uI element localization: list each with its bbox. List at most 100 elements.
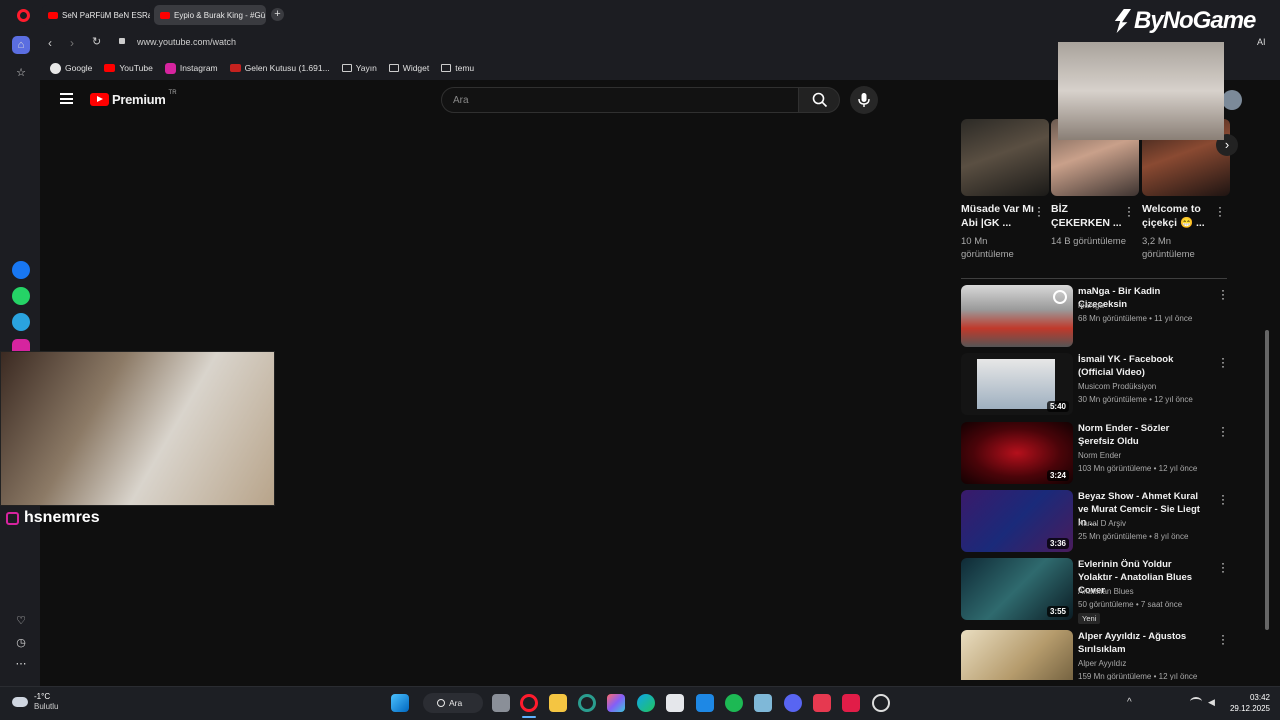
clock-date: 29.12.2025 xyxy=(1229,704,1270,713)
tab-label: Eypio & Burak King - #Gü xyxy=(174,10,266,20)
app-icon[interactable] xyxy=(578,694,596,712)
short-views: 14 B görüntüleme xyxy=(1051,236,1126,247)
heart-icon[interactable]: ♡ xyxy=(12,611,30,629)
taskbar-search-label: Ara xyxy=(449,698,463,708)
google-icon xyxy=(50,62,61,74)
more-options-icon[interactable]: · · · xyxy=(1219,557,1227,577)
opera-logo-icon[interactable] xyxy=(17,9,30,22)
star-icon[interactable]: ☆ xyxy=(12,63,30,81)
video-meta: 30 Mn görüntüleme • 12 yıl önce xyxy=(1078,395,1193,404)
mail-icon[interactable] xyxy=(696,694,714,712)
instagram-icon xyxy=(164,62,176,74)
more-options-icon[interactable]: · · · xyxy=(1219,352,1227,372)
folder-icon xyxy=(388,64,399,72)
more-options-icon[interactable]: · · · xyxy=(1219,489,1227,509)
video-channel[interactable]: Musicom Prodüksiyon xyxy=(1078,382,1156,391)
voice-search-button[interactable] xyxy=(850,86,878,114)
app-icon[interactable] xyxy=(754,694,772,712)
list-item[interactable]: maNga - Bir Kadin Çizeceksin maNga 68 Mn… xyxy=(961,284,1227,351)
more-icon[interactable]: ⋯ xyxy=(12,654,30,672)
video-duration: 3:24 xyxy=(1046,470,1069,481)
volume-icon[interactable]: ◀ xyxy=(1208,697,1215,708)
more-options-icon[interactable]: · · · xyxy=(1219,630,1227,649)
messenger-icon[interactable] xyxy=(12,261,30,279)
spotify-icon[interactable] xyxy=(725,694,743,712)
short-views: 10 Mn görüntüleme xyxy=(961,236,1014,260)
video-channel[interactable]: Anatolian Blues xyxy=(1078,587,1134,596)
menu-icon[interactable] xyxy=(60,93,73,104)
gmail-icon xyxy=(229,64,241,72)
tab-active[interactable]: Eypio & Burak King - #Gü xyxy=(154,5,266,25)
search-button[interactable] xyxy=(798,87,840,113)
bookmark-folder-temu[interactable]: temu xyxy=(441,63,474,73)
video-channel[interactable]: Kanal D Arşiv xyxy=(1078,519,1126,528)
bookmark-youtube[interactable]: YouTube xyxy=(104,63,153,73)
bookmark-folder-widget[interactable]: Widget xyxy=(388,63,429,73)
short-thumbnail xyxy=(961,119,1049,196)
weather-widget[interactable]: -1°C Bulutlu xyxy=(12,692,58,712)
video-channel[interactable]: Alper Ayyıldız xyxy=(1078,659,1126,668)
more-options-icon[interactable]: · · · xyxy=(1127,201,1131,221)
discord-icon[interactable] xyxy=(784,694,802,712)
task-view-icon[interactable] xyxy=(492,694,510,712)
home-icon[interactable]: ⌂ xyxy=(12,36,30,54)
wifi-icon[interactable] xyxy=(1190,697,1202,706)
video-channel[interactable]: maNga xyxy=(1078,301,1104,310)
new-tab-button[interactable]: + xyxy=(271,8,284,21)
bookmark-folder-yayin[interactable]: Yayın xyxy=(341,63,377,73)
list-item[interactable]: Alper Ayyıldız - Ağustos Sırılsıklam Alp… xyxy=(961,630,1227,680)
list-item[interactable]: 3:55 Evlerinin Önü Yoldur Yolaktır - Ana… xyxy=(961,557,1227,624)
short-views: 3,2 Mn görüntüleme xyxy=(1142,236,1195,260)
back-icon[interactable]: ‹ xyxy=(48,36,52,50)
list-item[interactable]: 3:24 Norm Ender - Sözler Şerefsiz Oldu N… xyxy=(961,421,1227,488)
m365-icon[interactable] xyxy=(607,694,625,712)
history-icon[interactable]: ◷ xyxy=(12,633,30,651)
avatar[interactable] xyxy=(1222,90,1242,110)
bookmark-google[interactable]: Google xyxy=(50,62,92,74)
show-hidden-icons-icon[interactable]: ^ xyxy=(1127,697,1132,708)
whatsapp-icon[interactable] xyxy=(12,287,30,305)
list-item[interactable]: 3:36 Beyaz Show - Ahmet Kural ve Murat C… xyxy=(961,489,1227,556)
video-channel[interactable]: Norm Ender xyxy=(1078,451,1121,460)
app-icon[interactable] xyxy=(842,694,860,712)
app-icon[interactable] xyxy=(813,694,831,712)
youtube-favicon-icon xyxy=(160,11,170,19)
scrollbar[interactable] xyxy=(1265,330,1269,630)
lightning-logo-icon xyxy=(1114,9,1131,33)
reload-icon[interactable]: ↻ xyxy=(92,35,101,48)
facecam-overlay xyxy=(1058,42,1224,140)
ai-label[interactable]: AI xyxy=(1257,37,1266,47)
telegram-icon[interactable] xyxy=(12,313,30,331)
tab-inactive[interactable]: SeN PaRFüM BeN ESRaR xyxy=(42,5,150,25)
video-title[interactable]: Norm Ender - Sözler Şerefsiz Oldu xyxy=(1078,422,1208,448)
video-title[interactable]: İsmail YK - Facebook (Official Video) xyxy=(1078,353,1208,379)
opera-taskbar-icon[interactable] xyxy=(520,694,538,712)
watch-later-icon[interactable] xyxy=(1053,290,1067,304)
weather-temp: -1°C xyxy=(34,692,51,701)
bookmark-gmail[interactable]: Gelen Kutusu (1.691... xyxy=(229,63,330,73)
taskbar-search[interactable]: Ara xyxy=(423,693,483,713)
app-icon[interactable] xyxy=(872,694,890,712)
video-title[interactable]: Alper Ayyıldız - Ağustos Sırılsıklam xyxy=(1078,630,1208,656)
edge-icon[interactable] xyxy=(637,694,655,712)
search-icon xyxy=(437,699,445,707)
youtube-logo[interactable]: Premium TR xyxy=(90,90,177,107)
store-icon[interactable] xyxy=(666,694,684,712)
windows-start-icon[interactable] xyxy=(391,694,409,712)
more-options-icon[interactable]: · · · xyxy=(1219,284,1227,304)
tab-label: SeN PaRFüM BeN ESRaR xyxy=(62,10,150,20)
list-item[interactable]: 5:40 İsmail YK - Facebook (Official Vide… xyxy=(961,352,1227,419)
more-options-icon[interactable]: · · · xyxy=(1037,201,1041,221)
video-thumbnail: 3:24 xyxy=(961,422,1073,484)
clock-time: 03:42 xyxy=(1249,693,1270,702)
forward-icon[interactable]: › xyxy=(70,36,74,50)
more-options-icon[interactable]: · · · xyxy=(1219,421,1227,441)
file-explorer-icon[interactable] xyxy=(549,694,567,712)
bookmark-instagram[interactable]: Instagram xyxy=(164,62,218,74)
clock[interactable]: 03:42 29.12.2025 xyxy=(1222,692,1270,714)
folder-icon xyxy=(341,64,352,72)
search-input[interactable]: Ara xyxy=(441,87,799,113)
new-badge: Yeni xyxy=(1078,613,1101,624)
short-title: Welcome to çiçekçi 😁 ... xyxy=(1142,203,1205,229)
more-options-icon[interactable]: · · · xyxy=(1218,201,1222,221)
